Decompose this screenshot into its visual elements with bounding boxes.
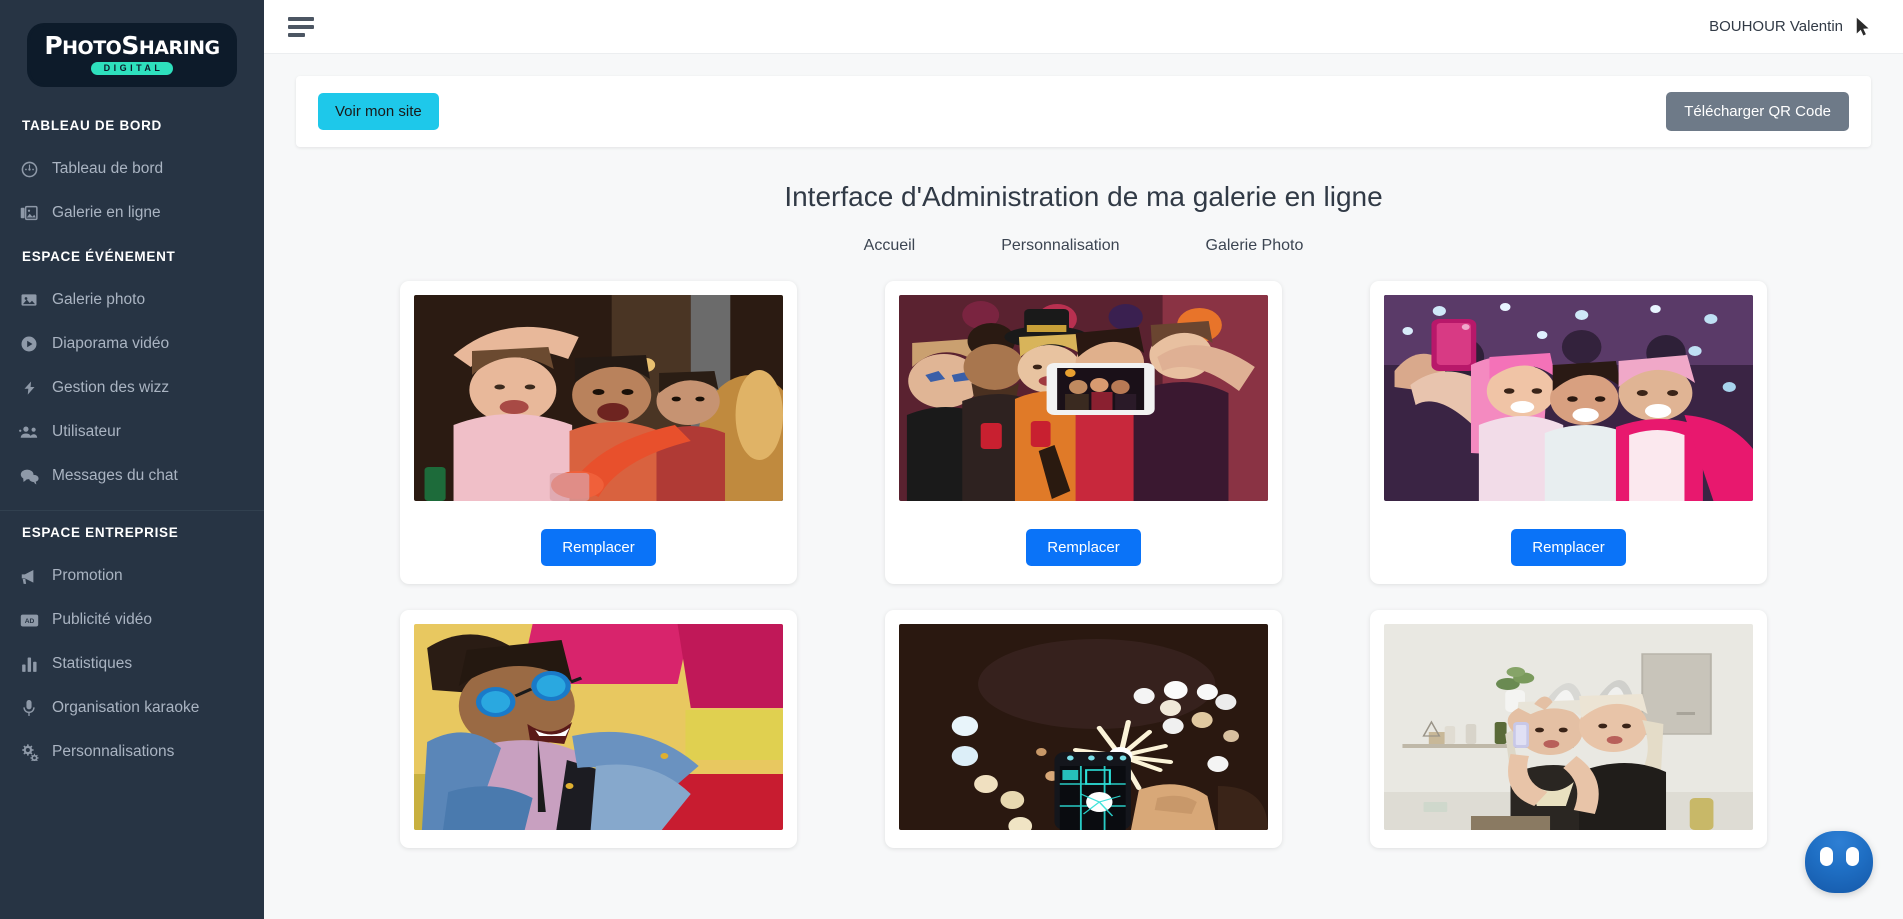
chat-eye-left (1819, 847, 1833, 866)
sidebar-item-diaporama-video[interactable]: Diaporama vidéo (0, 322, 264, 366)
tab-personnalisation[interactable]: Personnalisation (997, 235, 1123, 257)
sidebar-item-galerie-photo[interactable]: Galerie photo (0, 278, 264, 322)
sidebar-section-tableau-de-bord: TABLEAU DE BORD (22, 118, 162, 133)
sidebar-item-label: Gestion des wizz (52, 379, 170, 396)
friends-cheering-bar-selfie-image[interactable] (414, 295, 783, 501)
image-icon (14, 291, 44, 309)
sidebar-item-publicite-video[interactable]: AD Publicité vidéo (0, 598, 264, 642)
action-bar: Voir mon site Télécharger QR Code (296, 76, 1871, 147)
tab-bar: Accueil Personnalisation Galerie Photo (296, 235, 1871, 257)
download-qr-button[interactable]: Télécharger QR Code (1666, 92, 1849, 131)
photo-card: Remplacer (400, 281, 797, 584)
sidebar-item-messages-du-chat[interactable]: Messages du chat (0, 454, 264, 498)
sidebar-item-label: Organisation karaoke (52, 699, 200, 716)
hamburger-bar (288, 24, 314, 29)
sidebar-item-label: Galerie photo (52, 291, 146, 308)
hamburger-icon[interactable] (288, 16, 314, 37)
replace-button[interactable]: Remplacer (1026, 529, 1141, 566)
sidebar-item-label: Personnalisations (52, 743, 175, 760)
bar-chart-icon (14, 656, 44, 673)
user-menu[interactable]: BOUHOUR Valentin (1709, 17, 1885, 37)
sidebar: PHOTOSHARING DIGITAL TABLEAU DE BORD Tab… (0, 0, 264, 919)
two-women-party-hats-kitchen-selfie-image[interactable] (1384, 624, 1753, 830)
pink-hair-women-club-selfie-image[interactable] (1384, 295, 1753, 501)
images-stack-icon (14, 204, 44, 222)
chat-bubbles-icon (14, 468, 44, 485)
sidebar-item-gestion-des-wizz[interactable]: Gestion des wizz (0, 366, 264, 410)
photo-grid: Remplacer Remplacer Remplacer (296, 281, 1871, 848)
replace-button[interactable]: Remplacer (1511, 529, 1626, 566)
sparkler-night-phone-photo-image[interactable] (899, 624, 1268, 830)
photo-card (885, 610, 1282, 848)
hamburger-bar (288, 32, 305, 37)
ad-badge-icon: AD (14, 613, 44, 628)
sidebar-item-label: Tableau de bord (52, 160, 164, 177)
hamburger-bar (288, 16, 314, 21)
microphone-icon (14, 699, 44, 717)
sidebar-item-label: Publicité vidéo (52, 611, 152, 628)
sidebar-item-label: Messages du chat (52, 467, 178, 484)
view-site-button[interactable]: Voir mon site (318, 93, 439, 130)
mouse-pointer-icon (1856, 17, 1869, 35)
sidebar-section-espace-entreprise: ESPACE ENTREPRISE (22, 525, 179, 540)
sidebar-item-label: Utilisateur (52, 423, 121, 440)
sidebar-item-personnalisations[interactable]: Personnalisations (0, 730, 264, 774)
sidebar-item-statistiques[interactable]: Statistiques (0, 642, 264, 686)
app-root: PHOTOSHARING DIGITAL TABLEAU DE BORD Tab… (0, 0, 1903, 919)
sidebar-section-espace-evenement: ESPACE ÉVÉNEMENT (22, 249, 176, 264)
photo-card (400, 610, 797, 848)
logo-wordmark: PHOTOSHARING (44, 31, 220, 60)
users-icon (14, 424, 44, 440)
logo[interactable]: PHOTOSHARING DIGITAL (0, 0, 264, 104)
megaphone-icon (14, 568, 44, 585)
tab-accueil[interactable]: Accueil (860, 235, 920, 257)
bolt-icon (14, 379, 44, 397)
sidebar-item-label: Statistiques (52, 655, 133, 672)
man-blue-sunglasses-denim-selfie-image[interactable] (414, 624, 783, 830)
top-bar: BOUHOUR Valentin (264, 0, 1903, 54)
gears-icon (14, 743, 44, 761)
svg-text:AD: AD (24, 618, 34, 625)
sidebar-item-promotion[interactable]: Promotion (0, 554, 264, 598)
halloween-party-phone-selfie-image[interactable] (899, 295, 1268, 501)
content-scroll: Voir mon site Télécharger QR Code Interf… (264, 54, 1903, 919)
chat-avatar-icon[interactable] (1805, 831, 1873, 893)
photo-card: Remplacer (885, 281, 1282, 584)
replace-button[interactable]: Remplacer (541, 529, 656, 566)
tab-galerie-photo[interactable]: Galerie Photo (1202, 235, 1308, 257)
chat-eye-right (1845, 847, 1859, 866)
sidebar-item-organisation-karaoke[interactable]: Organisation karaoke (0, 686, 264, 730)
gauge-icon (14, 161, 44, 178)
sidebar-item-tableau-de-bord[interactable]: Tableau de bord (0, 147, 264, 191)
user-name-label: BOUHOUR Valentin (1709, 18, 1843, 35)
play-circle-icon (14, 335, 44, 353)
page-title: Interface d'Administration de ma galerie… (784, 181, 1383, 212)
sidebar-item-label: Galerie en ligne (52, 204, 161, 221)
sidebar-item-label: Promotion (52, 567, 123, 584)
sidebar-item-label: Diaporama vidéo (52, 335, 170, 352)
logo-subtitle: DIGITAL (90, 62, 174, 75)
main-area: BOUHOUR Valentin Voir mon site Télécharg… (264, 0, 1903, 919)
photo-card (1370, 610, 1767, 848)
sidebar-item-galerie-en-ligne[interactable]: Galerie en ligne (0, 191, 264, 235)
photo-card: Remplacer (1370, 281, 1767, 584)
sidebar-item-utilisateur[interactable]: Utilisateur (0, 410, 264, 454)
logo-box: PHOTOSHARING DIGITAL (30, 26, 234, 84)
